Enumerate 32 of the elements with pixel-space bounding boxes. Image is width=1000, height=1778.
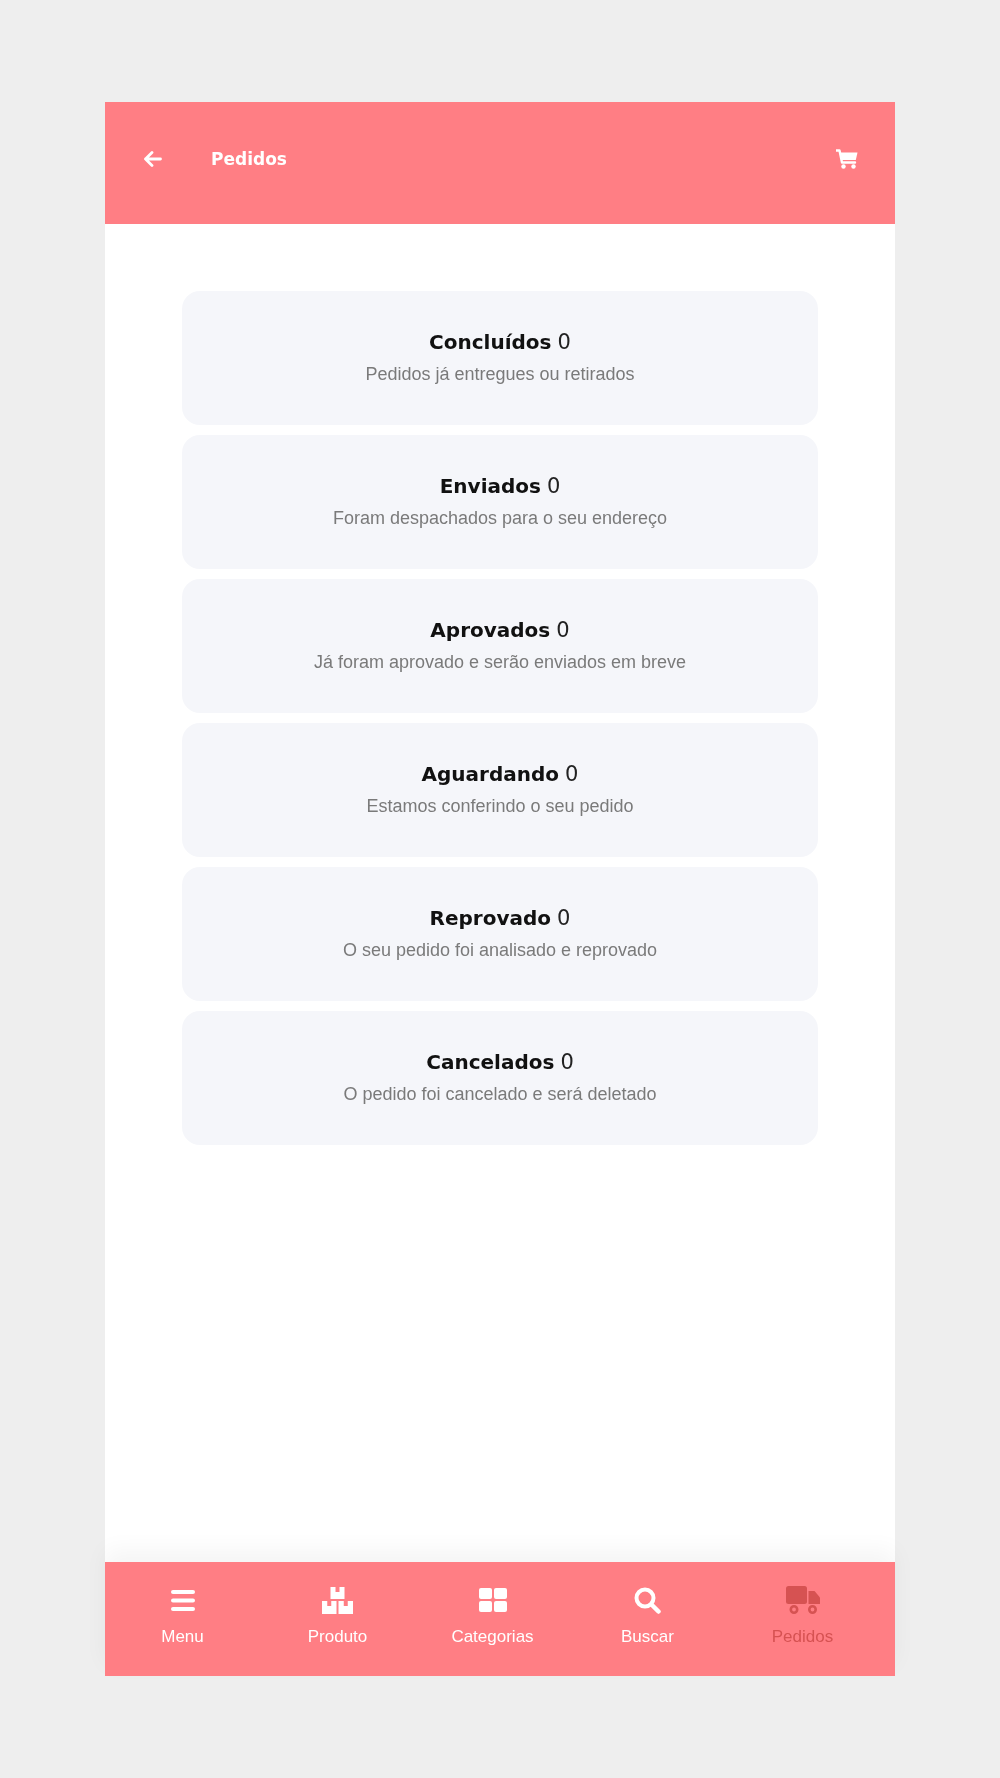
status-description: Estamos conferindo o seu pedido [366,795,634,817]
screen-title: Pedidos [211,148,287,171]
status-title: Aguardando [421,761,560,788]
grid-icon [478,1588,507,1612]
status-count: 0 [556,617,570,644]
status-title: Cancelados [426,1049,555,1076]
search-icon [634,1586,661,1614]
status-title: Concluídos [429,329,552,356]
status-count: 0 [557,329,571,356]
status-count: 0 [546,473,561,500]
status-title: Reprovado [429,905,552,932]
status-count: 0 [565,761,579,788]
status-count: 0 [557,905,571,932]
order-status-card[interactable]: Concluídos 0 Pedidos já entregues ou retirados [182,291,818,425]
truck-icon [785,1586,820,1614]
boxes-icon [322,1586,353,1614]
menu-icon [170,1589,195,1611]
status-description: Foram despachados para o seu endereço [332,507,668,529]
status-title: Enviados [439,473,541,500]
back-arrow-icon[interactable] [144,151,162,167]
status-count: 0 [560,1049,574,1076]
cart-icon[interactable] [836,149,858,169]
order-status-card[interactable]: Cancelados 0 O pedido foi cancelado e será deletado [182,1011,818,1145]
order-status-card[interactable]: Aprovados 0 Já foram aprovado e serão enviados em breve [182,579,818,713]
order-status-card[interactable]: Aguardando 0 Estamos conferindo o seu pedido [182,723,818,857]
order-status-card[interactable]: Enviados 0 Foram despachados para o seu endereço [182,435,818,569]
status-description: O pedido foi cancelado e será deletado [343,1083,657,1105]
status-description: O seu pedido foi analisado e reprovado [342,939,658,961]
order-status-card[interactable]: Reprovado 0 O seu pedido foi analisado e reprovado [182,867,818,1001]
status-title: Aprovados [430,617,551,644]
status-description: Pedidos já entregues ou retirados [365,363,635,385]
status-description: Já foram aprovado e serão enviados em breve [313,651,687,673]
